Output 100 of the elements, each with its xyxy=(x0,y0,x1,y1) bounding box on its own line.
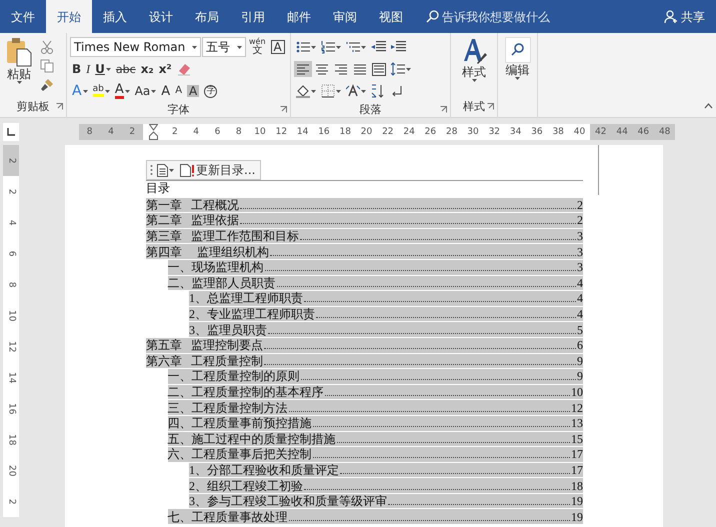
ribbon-tab[interactable]: 视图 xyxy=(368,0,414,33)
tab-stop-icon[interactable] xyxy=(7,128,15,136)
caret-icon xyxy=(104,90,110,92)
group-label: 段落 xyxy=(360,102,382,118)
toc-entry[interactable]: 第三章 监理工作范围和目标 3 xyxy=(146,228,583,244)
ribbon-tab[interactable]: 插入 xyxy=(92,0,138,33)
numbering-icon[interactable] xyxy=(321,40,335,54)
increase-indent-icon[interactable] xyxy=(391,40,406,54)
search-icon xyxy=(426,10,439,23)
indent-marker-icon[interactable] xyxy=(149,124,158,140)
ruler-number: 42 xyxy=(590,124,612,140)
ruler-number: 10 xyxy=(6,310,18,322)
distributed-button[interactable] xyxy=(370,61,388,77)
editing-button[interactable]: 编辑 xyxy=(502,36,532,81)
dialog-launcher-icon[interactable] xyxy=(280,106,287,113)
strikethrough-button[interactable]: abc xyxy=(114,62,138,76)
paragraph-mark-icon[interactable] xyxy=(390,84,404,98)
styles-icon xyxy=(461,37,487,65)
font-size-field[interactable]: 五号 xyxy=(202,37,246,57)
caret-icon xyxy=(82,90,88,92)
toc-entry[interactable]: 三、工程质量控制方法 12 xyxy=(168,400,583,415)
toc-entry[interactable]: 一、工程质量控制的原则 9 xyxy=(168,369,583,384)
sort-icon[interactable] xyxy=(371,84,385,98)
decrease-indent-icon[interactable] xyxy=(371,40,386,54)
character-shading-button[interactable]: A xyxy=(185,84,202,98)
styles-button[interactable]: 样式 xyxy=(459,36,489,83)
ribbon-tab[interactable]: 审阅 xyxy=(322,0,368,33)
table-of-contents-button[interactable] xyxy=(155,162,176,178)
toc-entry[interactable]: 2、组织工程竣工初验 18 xyxy=(189,478,583,493)
ruler-number: 28 xyxy=(444,126,458,138)
copy-icon[interactable] xyxy=(40,59,54,73)
ribbon-tab[interactable]: 文件 xyxy=(0,0,46,33)
caret-icon xyxy=(169,168,174,172)
grow-font-button[interactable]: A xyxy=(159,84,172,98)
toc-entry[interactable]: 第二章 监理依据 2 xyxy=(146,213,583,228)
toc-entry[interactable]: 第四章 监理组织机构 3 xyxy=(146,244,583,259)
ribbon-tab[interactable]: 布局 xyxy=(184,0,230,33)
character-border-button[interactable]: A xyxy=(268,39,287,55)
toc-entry[interactable]: 1、分部工程验收和质量评定 17 xyxy=(189,462,583,478)
caret-icon xyxy=(515,77,520,80)
toc-entry[interactable]: 3、参与工程竣工验收和质量等级评审 19 xyxy=(189,494,583,508)
ruler-number: 16 xyxy=(317,126,331,138)
document-icon xyxy=(157,164,168,176)
paint-bucket-icon[interactable] xyxy=(296,84,310,98)
dialog-launcher-icon[interactable] xyxy=(440,106,447,113)
ribbon-tab[interactable]: 引用 xyxy=(230,0,276,33)
italic-button[interactable]: I xyxy=(84,62,92,76)
bullets-icon[interactable] xyxy=(296,40,310,54)
dialog-launcher-icon[interactable] xyxy=(56,102,63,110)
share-button[interactable]: 共享 xyxy=(653,0,716,33)
grip-icon[interactable] xyxy=(150,164,153,176)
toc-entry[interactable]: 2、专业监理工程师职责 4 xyxy=(189,306,583,322)
caret-icon xyxy=(192,46,197,48)
tell-me-field[interactable]: 告诉我你想要做什么 xyxy=(442,8,550,26)
line-spacing-icon[interactable] xyxy=(391,62,405,76)
toc-entry[interactable]: 七、工程质量事故处理 19 xyxy=(168,509,583,524)
caret-icon xyxy=(106,68,111,70)
ruler-number: 14 xyxy=(296,126,310,138)
phonetic-guide-button[interactable]: wén 文 xyxy=(247,37,268,57)
ribbon-tab[interactable]: 开始 xyxy=(46,0,92,33)
toc-entry[interactable]: 第一章 工程概况 2 xyxy=(146,198,583,212)
text-effects-button[interactable]: A xyxy=(70,83,90,99)
scissors-icon[interactable] xyxy=(40,40,54,54)
subscript-button[interactable]: x₂ xyxy=(138,62,156,76)
brush-icon[interactable] xyxy=(40,78,54,92)
ruler-number: 2 xyxy=(128,126,136,138)
highlight-button[interactable]: ab xyxy=(90,84,112,98)
font-color-button[interactable]: A xyxy=(112,82,132,100)
enclose-characters-button[interactable]: 字 xyxy=(202,84,220,98)
caret-icon xyxy=(406,68,411,70)
change-case-button[interactable]: Aa xyxy=(132,84,158,98)
toc-entry[interactable]: 第五章 监理控制要点 6 xyxy=(146,338,583,353)
ribbon-tab[interactable]: 设计 xyxy=(138,0,184,33)
multilevel-list-icon[interactable] xyxy=(346,40,360,54)
toc-entry[interactable]: 第六章 工程质量控制 9 xyxy=(146,354,583,368)
font-name-field[interactable]: Times New Roman xyxy=(70,37,201,57)
toc-entry[interactable]: 二、工程质量控制的基本程序 10 xyxy=(168,384,583,400)
toc-entry[interactable]: 1、总监理工程师职责 4 xyxy=(189,291,583,306)
toc-entry[interactable]: 五、施工过程中的质量控制措施 15 xyxy=(168,432,583,446)
eraser-icon[interactable] xyxy=(176,62,191,76)
update-table-button[interactable]: 更新目录... xyxy=(178,162,258,178)
toc-entry[interactable]: 六、工程质量事后把关控制 17 xyxy=(168,447,583,462)
clipboard-icon xyxy=(5,37,33,67)
shrink-font-button[interactable]: A xyxy=(173,85,184,97)
underline-button[interactable]: U xyxy=(93,62,113,76)
ruler-number: 6 xyxy=(6,250,18,256)
collapse-ribbon-icon[interactable] xyxy=(704,102,713,109)
superscript-button[interactable]: x² xyxy=(156,62,174,76)
toc-entry[interactable]: 3、监理员职责 5 xyxy=(189,322,583,337)
toc-entry[interactable]: 四、工程质量事前预控措施 13 xyxy=(168,416,583,430)
borders-icon[interactable] xyxy=(321,84,335,98)
toc-entry[interactable]: 一、现场监理机构 3 xyxy=(168,260,583,275)
bold-button[interactable]: B xyxy=(70,62,84,76)
toc-entry[interactable]: 二、监理部人员职责 4 xyxy=(168,276,583,290)
align-left-button[interactable] xyxy=(294,61,312,77)
group-label: 字体 xyxy=(168,102,190,118)
ribbon-tab[interactable]: 邮件 xyxy=(276,0,322,33)
dialog-launcher-icon[interactable] xyxy=(487,102,494,110)
chinese-layout-icon[interactable] xyxy=(346,84,360,98)
paste-button[interactable]: 粘贴 xyxy=(3,36,35,93)
